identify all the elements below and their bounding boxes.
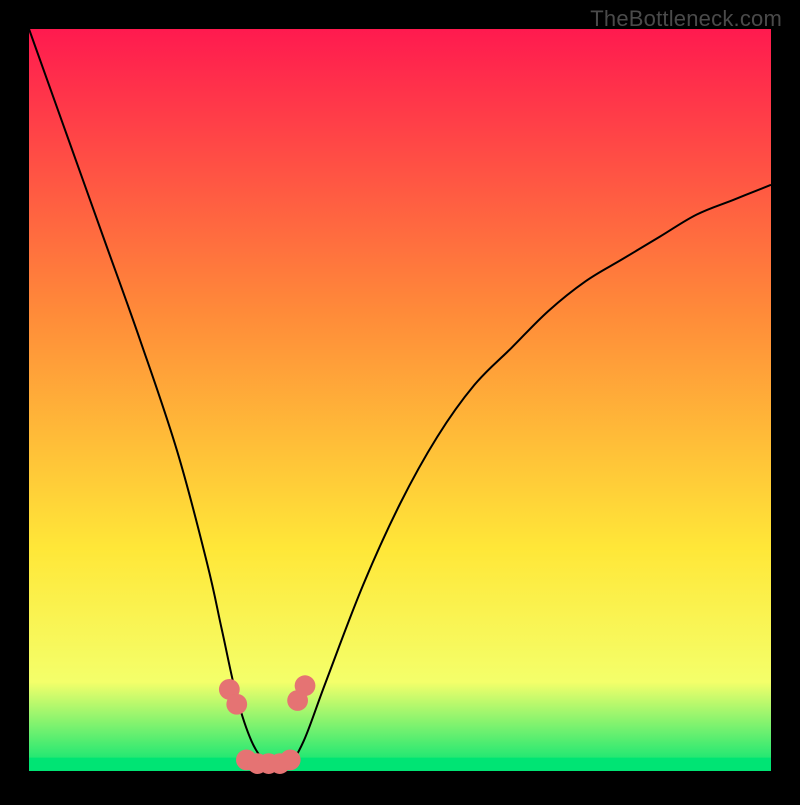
- green-base-band: [29, 758, 771, 771]
- highlight-marker: [226, 694, 247, 715]
- bottleneck-chart: [0, 0, 800, 800]
- highlight-marker: [295, 675, 316, 696]
- watermark-text: TheBottleneck.com: [590, 6, 782, 32]
- plot-area: [29, 29, 771, 771]
- chart-container: TheBottleneck.com: [0, 0, 800, 800]
- highlight-marker: [280, 749, 301, 770]
